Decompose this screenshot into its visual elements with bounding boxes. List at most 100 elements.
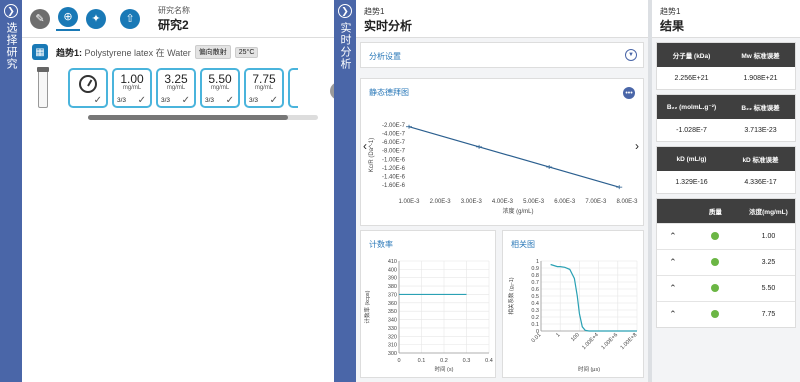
debye-plot-card: 静态德拜图 ••• ‹ › -2.00E-7 -4.00E-7 -6.00E-7 -8…: [360, 78, 644, 226]
b22-error-value: 3.713E-23: [744, 126, 777, 134]
x-tick-label: 1.00E+6: [600, 332, 619, 351]
gauge-icon: [79, 75, 97, 93]
chevron-up-icon[interactable]: ⌃: [657, 283, 689, 294]
x-tick-label: 0.2: [440, 358, 448, 364]
chevron-up-icon[interactable]: ⌃: [657, 309, 689, 320]
y-axis-label: 计数率 (kcps): [363, 290, 371, 323]
study-name: 研究2: [158, 17, 189, 32]
gauge-tile[interactable]: ✓: [68, 68, 108, 108]
concentration-tile-partial[interactable]: [288, 68, 298, 108]
analyze-icon[interactable]: ✦: [86, 8, 106, 29]
results-panel: 趋势1 结果 分子量 (kDa) Mw 标准误差 2.256E+21 1.908E+…: [652, 0, 800, 382]
y-tick-label: 380: [388, 284, 397, 290]
kd-header: kD (mL/g): [676, 155, 707, 163]
conc-unit: mg/mL: [122, 85, 142, 91]
x-tick-label: 6.00E-3: [554, 199, 576, 205]
y-tick-label: 300: [388, 351, 397, 357]
row-concentration: 5.50: [761, 285, 776, 292]
x-tick-label: 3.00E-3: [461, 199, 483, 205]
chevron-right-icon[interactable]: ❯: [4, 4, 18, 18]
analysis-tab-label: 实时分析: [339, 22, 351, 70]
x-tick-label: 100: [570, 332, 581, 343]
mw-value: 2.256E+21: [674, 74, 709, 82]
quality-ok-icon: [711, 231, 720, 240]
settings-label: 分析设置: [369, 52, 401, 61]
conc-fraction: 3/3: [117, 97, 127, 104]
y-tick-label: 330: [388, 326, 397, 332]
y-tick-label: -8.00E-7: [382, 149, 406, 155]
y-tick-label: 370: [388, 292, 397, 298]
table-row[interactable]: ⌃ 3.25: [657, 249, 795, 275]
table-row[interactable]: ⌃ 1.00: [657, 223, 795, 249]
y-tick-label: 340: [388, 318, 397, 324]
x-tick-label: 0.1: [418, 358, 426, 364]
analysis-title: 实时分析: [364, 19, 413, 33]
quality-ok-icon: [711, 309, 720, 318]
scrollbar-thumb[interactable]: [88, 115, 288, 120]
y-tick-label: 0.2: [531, 315, 539, 321]
check-icon: ✓: [269, 95, 278, 106]
y-tick-label: 350: [388, 309, 397, 315]
chevron-up-icon[interactable]: ⌃: [657, 257, 689, 268]
check-icon: ✓: [137, 95, 146, 106]
scrollbar[interactable]: [88, 115, 318, 120]
pencil-icon[interactable]: ✎: [30, 8, 50, 29]
concentration-tile[interactable]: 7.75 mg/mL 3/3 ✓: [244, 68, 284, 108]
kd-error-value: 4.336E-17: [744, 178, 777, 186]
mw-header: 分子量 (kDa): [672, 53, 711, 60]
chevron-down-icon[interactable]: ▼: [625, 49, 637, 61]
conc-value: 7.75: [252, 72, 276, 86]
table-row[interactable]: ⌃ 5.50: [657, 275, 795, 301]
concentration-tile[interactable]: 1.00 mg/mL 3/3 ✓: [112, 68, 152, 108]
x-axis-label: 浓度 (g/mL): [502, 207, 533, 215]
x-tick-label: 0.01: [531, 332, 543, 344]
x-tick-label: 1: [555, 332, 561, 338]
conc-value: 3.25: [164, 72, 188, 86]
row-concentration: 1.00: [761, 233, 776, 240]
x-tick-label: 4.00E-3: [492, 199, 514, 205]
sample-header: ▦ 趋势1: Polystyrene latex 在 Water 偏向散射 25…: [22, 38, 334, 60]
y-tick-label: 0.6: [531, 287, 539, 293]
y-tick-label: 320: [388, 334, 397, 340]
conc-fraction: 3/3: [161, 97, 171, 104]
y-axis-label: Kc/R (Da^-1): [369, 138, 375, 173]
upload-icon[interactable]: ⇧: [120, 8, 140, 29]
x-tick-label: 1.00E-3: [398, 199, 420, 205]
mw-error-header: Mw 标准误差: [741, 53, 780, 60]
table-row[interactable]: ⌃ 7.75: [657, 301, 795, 327]
sample-description: Polystyrene latex 在 Water: [84, 47, 191, 58]
zoom-tool[interactable]: ⊕: [56, 6, 80, 31]
chart-icon[interactable]: ▦: [32, 44, 48, 60]
conc-unit: mg/mL: [254, 85, 274, 91]
analysis-tab[interactable]: ❯ 实时分析: [334, 0, 356, 382]
y-tick-label: -1.60E-6: [382, 183, 406, 189]
y-tick-label: 0.1: [531, 322, 539, 328]
y-tick-label: -6.00E-7: [382, 140, 406, 146]
select-study-tab[interactable]: ❯ 选择研究: [0, 0, 22, 382]
chevron-right-icon[interactable]: ❯: [338, 4, 352, 18]
conc-fraction: 3/3: [249, 97, 259, 104]
y-tick-label: 410: [388, 259, 397, 265]
concentration-tile[interactable]: 5.50 mg/mL 3/3 ✓: [200, 68, 240, 108]
series-line: [550, 263, 637, 332]
zoom-icon[interactable]: ⊕: [58, 6, 78, 27]
temperature-badge: 25°C: [234, 46, 259, 58]
check-icon: ✓: [225, 95, 234, 106]
b22-table: B₂₂ (molmL.g⁻²) B₂₂ 标准误差 -1.028E-7 3.713E-…: [656, 94, 796, 142]
kd-value: 1.329E-16: [675, 178, 708, 186]
concentration-list: ✓ 1.00 mg/mL 3/3 ✓ 3.25 mg/mL 3/3 ✓ 5.50…: [68, 68, 302, 108]
chevron-up-icon[interactable]: ⌃: [657, 231, 689, 242]
vial-icon: [37, 67, 49, 108]
analysis-settings[interactable]: 分析设置 ▼: [360, 42, 644, 68]
conc-unit: mg/mL: [166, 85, 186, 91]
y-tick-label: -1.00E-6: [382, 157, 406, 163]
study-panel: ✎ ⊕ ✦ ⇧ 研究名称 研究2 ▦ 趋势1: Polystyrene late…: [22, 0, 348, 382]
x-tick-label: 1.00E+4: [581, 332, 600, 351]
y-tick-label: 0.7: [531, 280, 539, 286]
x-tick-label: 0.3: [463, 358, 471, 364]
row-concentration: 7.75: [761, 311, 776, 318]
y-tick-label: 360: [388, 301, 397, 307]
b22-header: B₂₂ (molmL.g⁻²): [666, 104, 717, 111]
active-tool-underline: [56, 28, 80, 31]
concentration-tile[interactable]: 3.25 mg/mL 3/3 ✓: [156, 68, 196, 108]
